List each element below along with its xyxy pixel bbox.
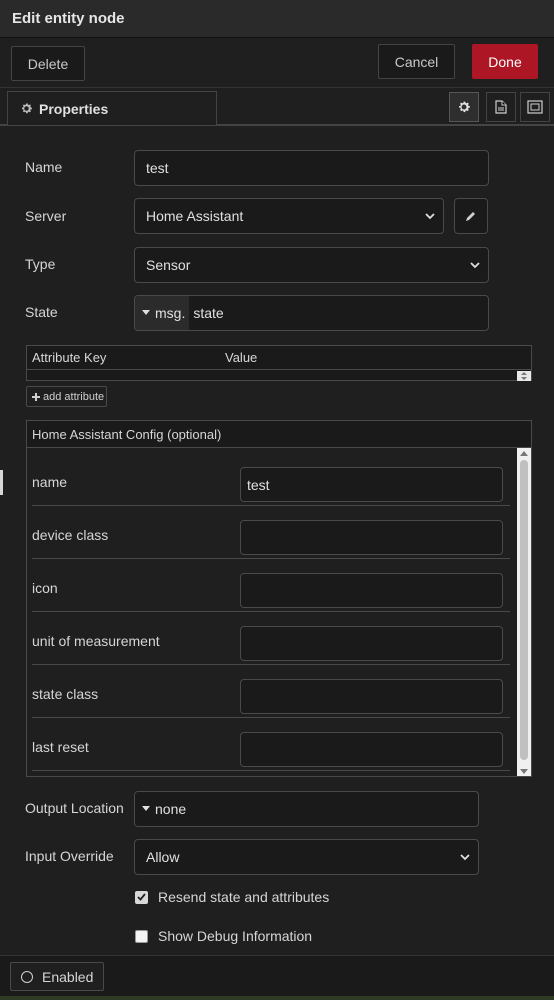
checkmark-icon [137, 893, 146, 901]
attribute-key-header: Attribute Key [32, 350, 107, 365]
scroll-down-arrow[interactable] [520, 769, 528, 774]
description-icon [495, 100, 507, 114]
tab-properties[interactable]: Properties [7, 91, 217, 126]
ha-config-row-label: state class [32, 686, 99, 702]
resize-handle[interactable] [0, 470, 3, 495]
ha-config-row: name test [32, 453, 510, 506]
tab-description[interactable] [486, 92, 516, 122]
server-select-value: Home Assistant [146, 208, 244, 224]
tab-settings[interactable] [449, 92, 479, 122]
resend-state-checkbox[interactable] [135, 890, 148, 904]
input-override-value: Allow [146, 849, 180, 865]
server-label: Server [25, 208, 67, 224]
resend-state-label: Resend state and attributes [158, 889, 330, 905]
caret-down-icon [142, 806, 150, 811]
delete-button[interactable]: Delete [11, 46, 85, 81]
ha-config-scrollbar[interactable] [517, 448, 531, 776]
output-location-value: none [155, 801, 187, 817]
output-location-type-selector[interactable]: none [135, 792, 191, 826]
ha-config-row-label: device class [32, 527, 109, 543]
output-location-typed-input[interactable]: none [134, 791, 479, 827]
ha-config-panel: Home Assistant Config (optional) name te… [26, 420, 532, 777]
chevron-down-icon [460, 854, 470, 861]
ha-config-icon-input[interactable] [240, 573, 503, 608]
add-attribute-label: add attribute [43, 390, 105, 403]
server-select[interactable]: Home Assistant [134, 198, 444, 234]
gear-icon [21, 103, 32, 114]
edit-server-button[interactable] [454, 198, 488, 234]
attribute-table-header: Attribute Key Value [27, 346, 531, 370]
ha-config-row-label: last reset [32, 739, 89, 755]
attribute-scrollbar[interactable] [517, 371, 531, 381]
ha-config-row-label: icon [32, 580, 58, 596]
state-type-prefix: msg. [155, 305, 186, 321]
scroll-up-arrow[interactable] [520, 451, 528, 456]
done-button[interactable]: Done [472, 44, 538, 79]
name-label: Name [25, 159, 63, 175]
state-label: State [25, 304, 58, 320]
scroll-arrows-icon [521, 372, 527, 380]
dialog-title: Edit entity node [12, 10, 125, 27]
ha-config-row: icon [32, 559, 510, 612]
tab-appearance[interactable] [520, 92, 550, 122]
show-debug-option[interactable]: Show Debug Information [135, 928, 312, 944]
dialog-footer: Enabled [0, 955, 554, 1000]
show-debug-label: Show Debug Information [158, 928, 313, 944]
output-location-label: Output Location [25, 800, 124, 816]
appearance-icon [527, 100, 543, 114]
type-select[interactable]: Sensor [134, 247, 489, 283]
ha-config-row: last reset [32, 718, 510, 771]
add-attribute-button[interactable]: add attribute [26, 386, 107, 407]
chevron-down-icon [470, 262, 480, 269]
input-override-select[interactable]: Allow [134, 839, 479, 875]
ha-config-row: state class [32, 665, 510, 718]
footer-divider [0, 996, 554, 1000]
tab-properties-label: Properties [39, 100, 109, 117]
name-input[interactable]: test [134, 150, 489, 186]
ha-config-row-label: unit of measurement [32, 633, 160, 649]
ha-config-device-class-input[interactable] [240, 520, 503, 555]
show-debug-checkbox[interactable] [135, 929, 148, 943]
ha-config-state-class-input[interactable] [240, 679, 503, 714]
dialog-titlebar: Edit entity node [0, 0, 554, 38]
enabled-label: Enabled [42, 968, 94, 985]
pencil-icon [466, 212, 475, 221]
ha-config-unit-input[interactable] [240, 626, 503, 661]
circle-icon [21, 970, 33, 983]
dialog-toolbar: Delete Cancel Done [0, 38, 554, 88]
chevron-down-icon [425, 213, 435, 220]
state-typed-input[interactable]: msg. state [134, 295, 489, 331]
input-override-label: Input Override [25, 848, 114, 864]
scroll-thumb[interactable] [520, 460, 528, 760]
attribute-value-header: Value [225, 350, 258, 365]
tab-bar: Properties [0, 88, 554, 126]
cancel-button[interactable]: Cancel [378, 44, 455, 79]
resend-state-option[interactable]: Resend state and attributes [135, 889, 329, 905]
ha-config-row: unit of measurement [32, 612, 510, 665]
plus-icon [32, 392, 40, 401]
state-value: state [193, 305, 224, 321]
ha-config-row: device class [32, 506, 510, 559]
enabled-toggle[interactable]: Enabled [10, 962, 104, 991]
attribute-table: Attribute Key Value [26, 345, 532, 381]
type-label: Type [25, 256, 56, 272]
ha-config-title: Home Assistant Config (optional) [27, 421, 531, 448]
ha-config-row-label: name [32, 474, 68, 490]
caret-down-icon [142, 310, 150, 315]
ha-config-name-input[interactable]: test [240, 467, 503, 502]
gear-icon [459, 101, 470, 113]
state-type-selector[interactable]: msg. [135, 296, 190, 330]
ha-config-last-reset-input[interactable] [240, 732, 503, 767]
type-select-value: Sensor [146, 257, 191, 273]
